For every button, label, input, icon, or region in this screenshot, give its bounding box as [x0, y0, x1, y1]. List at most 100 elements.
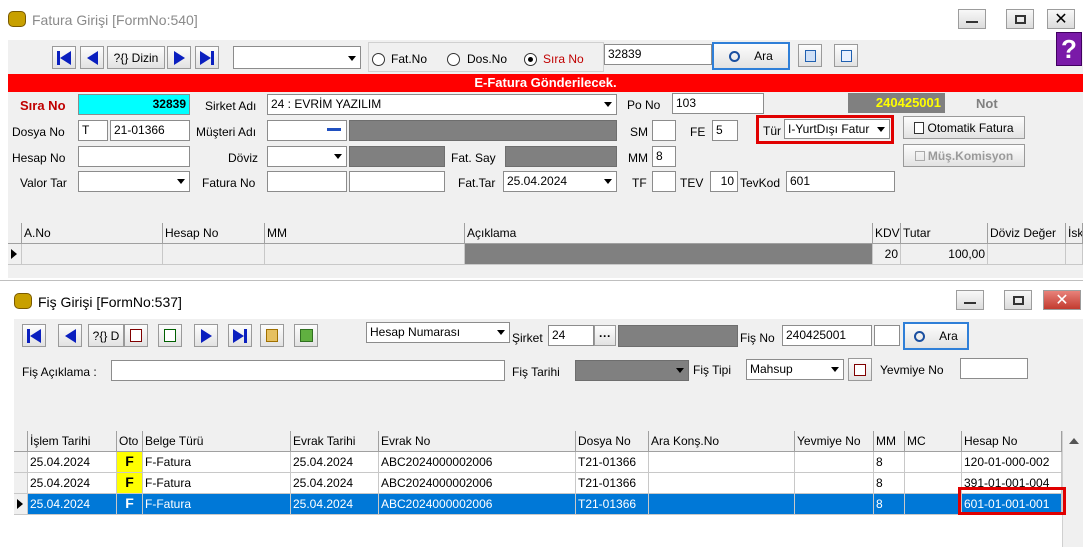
dosya-prefix-field[interactable]: T [78, 120, 108, 141]
ara-kons-no-cell[interactable] [649, 452, 795, 473]
belge-turu-cell[interactable]: F-Fatura [143, 473, 291, 494]
tf-field[interactable] [652, 171, 676, 192]
valor-tar-combo[interactable] [78, 171, 190, 192]
evrak-no-cell[interactable]: ABC2024000002006 [379, 494, 576, 515]
islem-tarihi-cell[interactable]: 25.04.2024 [28, 452, 117, 473]
preview-button[interactable] [834, 44, 858, 67]
prev-record-button[interactable] [58, 324, 82, 347]
sirket-adi-combo[interactable]: 24 : EVRİM YAZILIM [267, 94, 617, 115]
doviz-combo[interactable] [267, 146, 347, 167]
sirket-lookup-button[interactable]: ··· [594, 325, 616, 346]
fis-no-field[interactable]: 240425001 [782, 325, 872, 346]
dosya-no-field[interactable]: 21-01366 [110, 120, 190, 141]
ara-kons-no-cell[interactable] [649, 494, 795, 515]
maximize-button[interactable] [1006, 9, 1034, 29]
col-evrak-no[interactable]: Evrak No [379, 431, 576, 452]
belge-turu-cell[interactable]: F-Fatura [143, 452, 291, 473]
radio-fat-no[interactable] [372, 53, 385, 66]
evrak-tarihi-cell[interactable]: 25.04.2024 [291, 473, 379, 494]
ara-button[interactable]: Ara [903, 322, 969, 350]
minimize-button[interactable] [956, 290, 984, 310]
add-button[interactable] [294, 324, 318, 347]
islem-tarihi-cell[interactable]: 25.04.2024 [28, 473, 117, 494]
mc-cell[interactable] [905, 494, 962, 515]
aciklama-cell[interactable] [465, 244, 873, 265]
copy-button[interactable] [798, 44, 822, 67]
maximize-button[interactable] [1004, 290, 1032, 310]
tur-combo[interactable]: I-YurtDışı Fatur [784, 119, 890, 139]
hesap-no-field[interactable] [78, 146, 190, 167]
last-record-button[interactable] [195, 46, 219, 69]
close-button[interactable]: ✕ [1043, 290, 1081, 310]
col-oto[interactable]: Oto [117, 431, 143, 452]
hesap-no-cell[interactable]: 120-01-000-002 [962, 452, 1062, 473]
tevkod-field[interactable]: 601 [786, 171, 895, 192]
minimize-button[interactable] [958, 9, 986, 29]
radio-sira-no[interactable] [524, 53, 537, 66]
first-record-button[interactable] [22, 324, 46, 347]
prev-record-button[interactable] [80, 46, 104, 69]
col-ara-kons-no[interactable]: Ara Konş.No [649, 431, 795, 452]
mc-cell[interactable] [905, 452, 962, 473]
col-isk[interactable]: İsk [1066, 223, 1083, 244]
col-dosya-no[interactable]: Dosya No [576, 431, 649, 452]
dizin-button[interactable]: ?{} Dizin [107, 46, 165, 69]
po-no-field[interactable]: 103 [672, 93, 764, 114]
mm-cell[interactable]: 8 [874, 494, 905, 515]
col-yevmiye-no[interactable]: Yevmiye No [795, 431, 874, 452]
next-record-button[interactable] [167, 46, 191, 69]
otomatik-fatura-button[interactable]: Otomatik Fatura [903, 116, 1025, 139]
col-a-no[interactable]: A.No [22, 223, 163, 244]
musteri-lookup-button[interactable] [324, 122, 344, 138]
sira-no-field[interactable]: 32839 [78, 94, 190, 115]
radio-dos-no[interactable] [447, 53, 460, 66]
close-button[interactable]: ✕ [1047, 9, 1075, 29]
ara-kons-no-cell[interactable] [649, 473, 795, 494]
next-record-button[interactable] [194, 324, 218, 347]
fis-no-extra-field[interactable] [874, 325, 900, 346]
kdv-cell[interactable]: 20 [873, 244, 901, 265]
col-tutar[interactable]: Tutar [901, 223, 988, 244]
col-evrak-tarihi[interactable]: Evrak Tarihi [291, 431, 379, 452]
yevmiye-no-cell[interactable] [795, 494, 874, 515]
evrak-tarihi-cell[interactable]: 25.04.2024 [291, 494, 379, 515]
col-hesap-no[interactable]: Hesap No [163, 223, 265, 244]
yevmiye-no-field[interactable] [960, 358, 1028, 379]
last-record-button[interactable] [228, 324, 252, 347]
mc-cell[interactable] [905, 473, 962, 494]
hesap-numarasi-combo[interactable]: Hesap Numarası [366, 322, 510, 343]
col-belge-turu[interactable]: Belge Türü [143, 431, 291, 452]
delete-button[interactable] [260, 324, 284, 347]
yevmiye-no-cell[interactable] [795, 473, 874, 494]
copy-doc-button[interactable] [124, 324, 148, 347]
fis-tipi-lookup-button[interactable] [848, 358, 872, 381]
col-mm[interactable]: MM [265, 223, 465, 244]
search-type-combo[interactable] [233, 46, 361, 69]
evrak-tarihi-cell[interactable]: 25.04.2024 [291, 452, 379, 473]
col-aciklama[interactable]: Açıklama [465, 223, 873, 244]
oto-cell[interactable]: F [117, 473, 143, 494]
edit-doc-button[interactable] [158, 324, 182, 347]
col-islem-tarihi[interactable]: İşlem Tarihi [28, 431, 117, 452]
table-cell[interactable] [163, 244, 265, 265]
fis-tipi-combo[interactable]: Mahsup [746, 359, 844, 380]
fis-aciklama-field[interactable] [111, 360, 505, 381]
table-cell[interactable] [265, 244, 465, 265]
dosya-no-cell[interactable]: T21-01366 [576, 473, 649, 494]
evrak-no-cell[interactable]: ABC2024000002006 [379, 452, 576, 473]
tev-field[interactable]: 10 [710, 171, 738, 192]
table-cell[interactable] [988, 244, 1066, 265]
fis-tarihi-combo[interactable] [575, 360, 689, 381]
evrak-no-cell[interactable]: ABC2024000002006 [379, 473, 576, 494]
col-hesap-no[interactable]: Hesap No [962, 431, 1062, 452]
col-mm[interactable]: MM [874, 431, 905, 452]
mm-cell[interactable]: 8 [874, 473, 905, 494]
tutar-cell[interactable]: 100,00 [901, 244, 988, 265]
col-kdv[interactable]: KDV [873, 223, 901, 244]
help-button[interactable]: ? [1056, 32, 1082, 66]
mm-field[interactable]: 8 [652, 146, 676, 167]
search-input[interactable]: 32839 [604, 44, 712, 65]
fatura-no2-field[interactable] [349, 171, 445, 192]
col-mc[interactable]: MC [905, 431, 962, 452]
sirket-field[interactable]: 24 [548, 325, 594, 346]
